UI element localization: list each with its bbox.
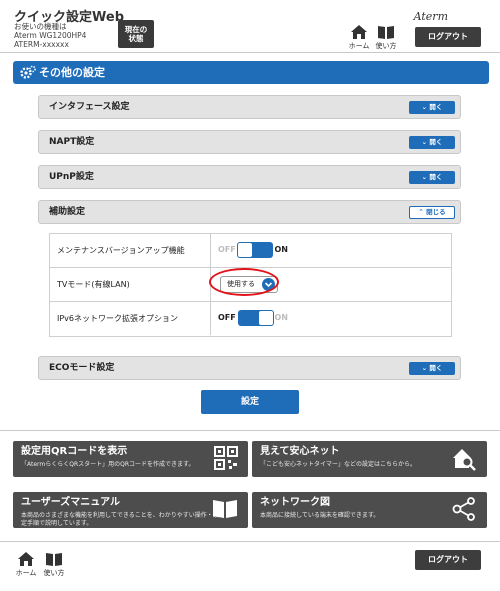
brand-logo: Aterm (413, 10, 448, 23)
section-interface[interactable]: インタフェース設定 ⌄ 開く (38, 95, 461, 119)
tv-mode-label: TVモード(有線LAN) (57, 280, 130, 289)
footer-manual-nav[interactable]: 使い方 (41, 551, 67, 578)
house-search-icon (453, 449, 476, 471)
book-icon (46, 553, 62, 566)
card-user-manual-title: ユーザーズマニュアル (21, 497, 120, 508)
maintenance-toggle[interactable]: OFF ON (218, 241, 288, 259)
page-title-bar: その他の設定 (13, 61, 489, 84)
book-icon (213, 500, 237, 518)
section-eco-open-button[interactable]: ⌄ 開く (409, 362, 455, 375)
home-icon (351, 25, 367, 39)
settings-row-maintenance: メンテナンスバージョンアップ機能 OFF ON (50, 234, 451, 268)
card-mimamori-net[interactable]: 見えて安心ネット 「こども安心ネットタイマー」などの設定はこちらから。 (252, 441, 487, 477)
section-auxiliary-close-button[interactable]: ⌃ 閉じる (409, 206, 455, 219)
section-napt[interactable]: NAPT設定 ⌄ 開く (38, 130, 461, 154)
page-title: その他の設定 (39, 66, 105, 79)
status-button[interactable]: 現在の 状態 (118, 20, 154, 48)
highlight-circle (209, 268, 279, 296)
card-mimamori-net-title: 見えて安心ネット (260, 446, 340, 457)
card-network-map-title: ネットワーク図 (260, 497, 330, 508)
status-button-line1: 現在の (124, 25, 148, 34)
home-nav-label: ホーム (348, 42, 370, 50)
section-eco[interactable]: ECOモード設定 ⌄ 開く (38, 356, 461, 380)
settings-row-ipv6: IPv6ネットワーク拡張オプション OFF ON (50, 302, 451, 336)
ipv6-label: IPv6ネットワーク拡張オプション (57, 314, 179, 323)
ipv6-toggle[interactable]: OFF ON (218, 309, 288, 327)
status-button-line2: 状態 (128, 34, 144, 43)
home-icon (18, 552, 34, 566)
section-napt-open-button[interactable]: ⌄ 開く (409, 136, 455, 149)
footer-logout-button[interactable]: ログアウト (415, 550, 481, 570)
maintenance-off-label: OFF (218, 245, 236, 254)
footer-manual-label: 使い方 (43, 569, 65, 577)
device-label: お使いの機種は (14, 22, 67, 31)
section-interface-label: インタフェース設定 (49, 102, 130, 112)
network-icon (452, 497, 475, 521)
maintenance-label: メンテナンスバージョンアップ機能 (57, 246, 185, 255)
section-upnp-label: UPnP設定 (49, 172, 94, 182)
card-qr-code-desc: 「AtermらくらくQRスタート」用のQRコードを作成できます。 (21, 461, 195, 468)
qr-code-icon (214, 446, 238, 470)
section-eco-label: ECOモード設定 (49, 363, 115, 373)
section-upnp-open-button[interactable]: ⌄ 開く (409, 171, 455, 184)
device-info: お使いの機種は Aterm WG1200HP4 ATERM-xxxxxx (14, 22, 86, 49)
card-user-manual[interactable]: ユーザーズマニュアル 本商品のさまざまな機能を利用してできることを、わかりやすい… (13, 492, 248, 528)
ipv6-on-label: ON (274, 313, 289, 322)
apply-button[interactable]: 設定 (201, 390, 299, 414)
header-divider (0, 52, 500, 53)
footer-home-label: ホーム (15, 569, 37, 577)
footer-home-nav[interactable]: ホーム (13, 551, 39, 578)
book-icon (378, 26, 394, 39)
section-upnp[interactable]: UPnP設定 ⌄ 開く (38, 165, 461, 189)
card-user-manual-desc: 本商品のさまざまな機能を利用してできることを、わかりやすい操作・設定手順で説明し… (21, 512, 219, 527)
card-mimamori-net-desc: 「こども安心ネットタイマー」などの設定はこちらから。 (260, 461, 417, 468)
ipv6-off-label: OFF (218, 313, 236, 322)
section-auxiliary[interactable]: 補助設定 ⌃ 閉じる (38, 200, 461, 224)
footer-divider (0, 541, 500, 542)
card-network-map-desc: 本商品に接続している端末を確認できます。 (260, 512, 380, 519)
section-napt-label: NAPT設定 (49, 137, 95, 147)
gear-icon (20, 65, 36, 79)
manual-nav[interactable]: 使い方 (373, 24, 399, 51)
maintenance-on-label: ON (274, 245, 289, 254)
card-network-map[interactable]: ネットワーク図 本商品に接続している端末を確認できます。 (252, 492, 487, 528)
manual-nav-label: 使い方 (375, 42, 397, 50)
logout-button[interactable]: ログアウト (415, 27, 481, 47)
section-auxiliary-label: 補助設定 (49, 207, 86, 217)
section-interface-open-button[interactable]: ⌄ 開く (409, 101, 455, 114)
content-divider (0, 430, 500, 431)
home-nav[interactable]: ホーム (346, 24, 372, 51)
card-qr-code-title: 設定用QRコードを表示 (21, 446, 128, 457)
card-qr-code[interactable]: 設定用QRコードを表示 「AtermらくらくQRスタート」用のQRコードを作成で… (13, 441, 248, 477)
device-id: ATERM-xxxxxx (14, 40, 69, 49)
device-model: Aterm WG1200HP4 (14, 31, 87, 40)
